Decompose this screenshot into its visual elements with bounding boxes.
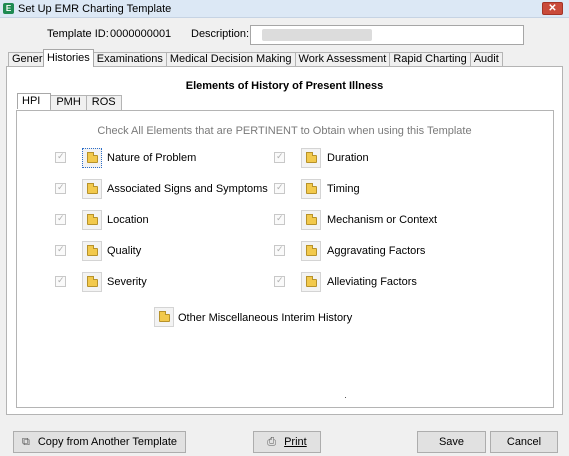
checkbox-quality[interactable] [55,244,66,256]
tab-work-assessment[interactable]: Work Assessment [294,52,391,67]
tab-audit[interactable]: Audit [469,52,503,67]
element-label: Location [107,214,149,226]
tab-rapid-charting[interactable]: Rapid Charting [389,52,471,67]
tab-general[interactable]: General [8,52,44,67]
window-title: Set Up EMR Charting Template [18,3,172,15]
copy-icon: ⧉ [21,436,30,448]
checkbox-duration[interactable] [274,151,285,163]
checkbox-mechanism[interactable] [274,213,285,225]
folder-icon[interactable] [301,179,321,199]
checkbox-severity[interactable] [55,275,66,287]
checkbox-timing[interactable] [274,182,285,194]
emr-app-icon: E [3,3,14,14]
main-tab-bar: General Histories Examinations Medical D… [8,49,503,67]
element-label: Quality [107,245,142,257]
folder-icon[interactable] [301,148,321,168]
checkbox-alleviating-factors[interactable] [274,275,285,287]
tab-hpi[interactable]: HPI [17,93,52,109]
title-bar: E Set Up EMR Charting Template ✕ [0,0,569,18]
print-icon: ⎙ [267,436,277,448]
checkbox-aggravating-factors[interactable] [274,244,285,256]
folder-icon[interactable] [82,210,102,230]
checkbox-associated-signs[interactable] [55,182,66,194]
section-heading: Elements of History of Present Illness [185,80,384,92]
tab-examinations[interactable]: Examinations [92,52,167,67]
instruction-text: Check All Elements that are PERTINENT to… [97,125,472,137]
description-label: Description: [191,28,250,40]
tab-histories[interactable]: Histories [43,49,94,67]
tab-medical-decision-making[interactable]: Medical Decision Making [165,52,296,67]
element-label: Aggravating Factors [327,245,426,257]
folder-icon[interactable] [82,148,102,168]
template-id-label: Template ID: [47,28,109,40]
folder-icon[interactable] [301,241,321,261]
tab-ros[interactable]: ROS [85,95,122,110]
folder-icon[interactable] [154,307,174,327]
checkbox-nature-of-problem[interactable] [55,151,66,163]
element-label: Timing [327,183,360,195]
tab-pmh[interactable]: PMH [50,95,87,110]
element-label: Severity [107,276,147,288]
folder-icon[interactable] [301,272,321,292]
element-label: Nature of Problem [107,152,197,164]
folder-icon[interactable] [82,272,102,292]
print-label: Print [284,436,307,448]
copy-template-button[interactable]: ⧉ Copy from Another Template [13,431,186,453]
cancel-button[interactable]: Cancel [490,431,558,453]
close-icon[interactable]: ✕ [542,2,563,15]
element-label: Duration [327,152,369,164]
folder-icon[interactable] [301,210,321,230]
copy-label: Copy from Another Template [37,436,178,448]
folder-icon[interactable] [82,179,102,199]
element-label: Associated Signs and Symptoms [107,183,268,195]
folder-icon[interactable] [82,241,102,261]
element-label: Mechanism or Context [327,214,438,226]
template-id-value: 0000000001 [110,28,172,40]
description-redacted [262,29,372,41]
checkbox-location[interactable] [55,213,66,225]
element-label-other: Other Miscellaneous Interim History [178,312,353,324]
print-button[interactable]: ⎙ Print [253,431,321,453]
element-label: Alleviating Factors [327,276,417,288]
save-button[interactable]: Save [417,431,486,453]
sub-tab-bar: HPI PMH ROS [17,93,122,110]
stray-dot [345,397,346,398]
